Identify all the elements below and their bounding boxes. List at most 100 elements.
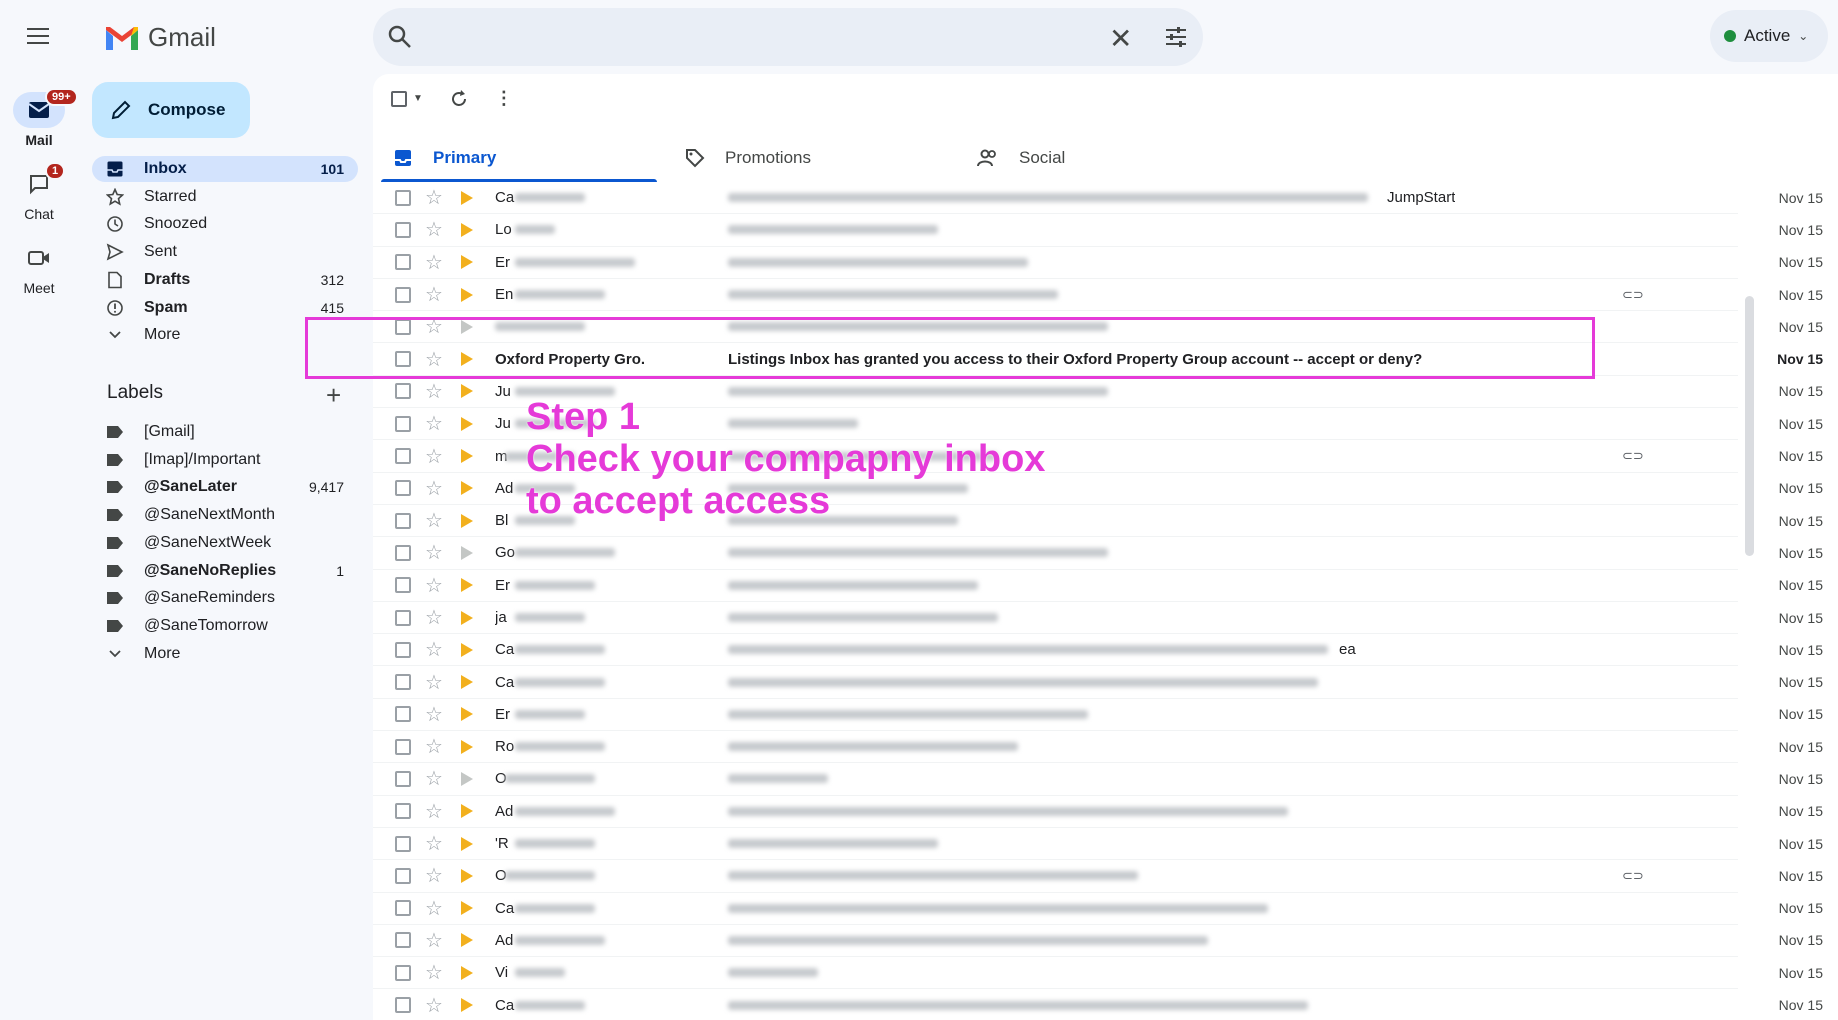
row-checkbox[interactable] — [395, 448, 411, 465]
row-checkbox[interactable] — [395, 997, 411, 1014]
important-marker-icon[interactable] — [461, 642, 473, 657]
label-item-more[interactable]: More — [92, 641, 358, 667]
label-item-6[interactable]: @SaneReminders — [92, 585, 358, 611]
star-icon[interactable]: ☆ — [425, 250, 443, 275]
star-icon[interactable]: ☆ — [425, 444, 443, 469]
star-icon[interactable]: ☆ — [425, 670, 443, 695]
important-marker-icon[interactable] — [461, 610, 473, 625]
search-bar[interactable]: ✕ — [373, 8, 1203, 66]
table-row[interactable]: ☆ Vi Nov 15 — [373, 957, 1823, 990]
important-marker-icon[interactable] — [461, 545, 473, 560]
attachment-icon[interactable]: ⊂⊃ — [1622, 448, 1644, 464]
important-marker-icon[interactable] — [461, 868, 473, 883]
important-marker-icon[interactable] — [461, 222, 473, 237]
row-checkbox[interactable] — [395, 706, 411, 723]
star-icon[interactable]: ☆ — [425, 960, 443, 985]
nav-item-3[interactable]: Sent — [92, 239, 358, 265]
table-row[interactable]: ☆ Er Nov 15 — [373, 247, 1823, 279]
important-marker-icon[interactable] — [461, 771, 473, 786]
important-marker-icon[interactable] — [461, 287, 473, 302]
label-item-0[interactable]: [Gmail] — [92, 419, 358, 445]
row-checkbox[interactable] — [395, 609, 411, 626]
star-icon[interactable]: ☆ — [425, 928, 443, 953]
star-icon[interactable]: ☆ — [425, 637, 443, 662]
important-marker-icon[interactable] — [461, 190, 473, 205]
star-icon[interactable]: ☆ — [425, 766, 443, 791]
important-marker-icon[interactable] — [461, 901, 473, 916]
table-row[interactable]: ☆ Ad Nov 15 — [373, 925, 1823, 958]
row-checkbox[interactable] — [395, 415, 411, 432]
important-marker-icon[interactable] — [461, 707, 473, 722]
star-icon[interactable]: ☆ — [425, 896, 443, 921]
row-checkbox[interactable] — [395, 738, 411, 755]
star-icon[interactable]: ☆ — [425, 702, 443, 727]
table-row[interactable]: ☆ Lo Nov 15 — [373, 214, 1823, 247]
gmail-logo[interactable]: Gmail — [104, 22, 216, 53]
important-marker-icon[interactable] — [461, 384, 473, 399]
table-row[interactable]: ☆ Ca ea Nov 15 — [373, 634, 1823, 667]
table-row[interactable]: ☆ Ca Nov 15 — [373, 989, 1823, 1020]
row-checkbox[interactable] — [395, 674, 411, 691]
important-marker-icon[interactable] — [461, 255, 473, 270]
clear-search-icon[interactable]: ✕ — [1109, 22, 1132, 55]
row-checkbox[interactable] — [395, 803, 411, 820]
table-row[interactable]: ☆ Go Nov 15 — [373, 537, 1823, 570]
nav-item-2[interactable]: Snoozed — [92, 211, 358, 237]
main-menu-icon[interactable] — [22, 22, 54, 50]
tab-primary[interactable]: Primary — [373, 134, 665, 182]
row-checkbox[interactable] — [395, 867, 411, 884]
important-marker-icon[interactable] — [461, 998, 473, 1013]
row-checkbox[interactable] — [395, 641, 411, 658]
table-row[interactable]: ☆ 'R Nov 15 — [373, 828, 1823, 861]
label-item-4[interactable]: @SaneNextWeek — [92, 530, 358, 556]
nav-item-1[interactable]: Starred — [92, 184, 358, 210]
row-checkbox[interactable] — [395, 770, 411, 787]
row-checkbox[interactable] — [395, 512, 411, 529]
table-row[interactable]: ☆ Ad Nov 15 — [373, 796, 1823, 828]
row-checkbox[interactable] — [395, 480, 411, 497]
select-all-checkbox[interactable]: ▼ — [391, 90, 423, 107]
star-icon[interactable]: ☆ — [425, 734, 443, 759]
star-icon[interactable]: ☆ — [425, 831, 443, 856]
search-options-icon[interactable] — [1163, 24, 1189, 50]
important-marker-icon[interactable] — [461, 804, 473, 819]
table-row[interactable]: ☆ O ⊂⊃ Nov 15 — [373, 860, 1823, 893]
important-marker-icon[interactable] — [461, 481, 473, 496]
star-icon[interactable]: ☆ — [425, 476, 443, 501]
row-checkbox[interactable] — [395, 577, 411, 594]
tab-promotions[interactable]: Promotions — [665, 134, 957, 182]
important-marker-icon[interactable] — [461, 449, 473, 464]
row-checkbox[interactable] — [395, 900, 411, 917]
row-checkbox[interactable] — [395, 221, 411, 238]
add-label-plus-icon[interactable]: + — [326, 380, 341, 411]
important-marker-icon[interactable] — [461, 933, 473, 948]
important-marker-icon[interactable] — [461, 578, 473, 593]
table-row[interactable]: ☆ Er Nov 15 — [373, 699, 1823, 732]
table-row[interactable]: ☆ Ca Nov 15 — [373, 893, 1823, 925]
star-icon[interactable]: ☆ — [425, 282, 443, 307]
row-checkbox[interactable] — [395, 835, 411, 852]
star-icon[interactable]: ☆ — [425, 508, 443, 533]
row-checkbox[interactable] — [395, 189, 411, 206]
label-item-1[interactable]: [Imap]/Important — [92, 447, 358, 473]
label-item-3[interactable]: @SaneNextMonth — [92, 502, 358, 528]
important-marker-icon[interactable] — [461, 513, 473, 528]
star-icon[interactable]: ☆ — [425, 185, 443, 210]
tab-social[interactable]: Social — [957, 134, 1249, 182]
status-selector[interactable]: Active ⌄ — [1710, 10, 1828, 62]
nav-item-4[interactable]: Drafts 312 — [92, 267, 358, 293]
important-marker-icon[interactable] — [461, 836, 473, 851]
label-item-2[interactable]: @SaneLater 9,417 — [92, 474, 358, 500]
important-marker-icon[interactable] — [461, 739, 473, 754]
table-row[interactable]: ☆ Ca Nov 15 — [373, 666, 1823, 699]
star-icon[interactable]: ☆ — [425, 573, 443, 598]
search-icon[interactable] — [387, 24, 413, 50]
rail-mail[interactable]: 99+ Mail — [0, 88, 78, 148]
more-options-icon[interactable]: ⋮ — [495, 88, 513, 109]
star-icon[interactable]: ☆ — [425, 799, 443, 824]
scrollbar-thumb[interactable] — [1745, 296, 1754, 556]
important-marker-icon[interactable] — [461, 675, 473, 690]
label-item-5[interactable]: @SaneNoReplies 1 — [92, 558, 358, 584]
attachment-icon[interactable]: ⊂⊃ — [1622, 287, 1644, 303]
star-icon[interactable]: ☆ — [425, 379, 443, 404]
